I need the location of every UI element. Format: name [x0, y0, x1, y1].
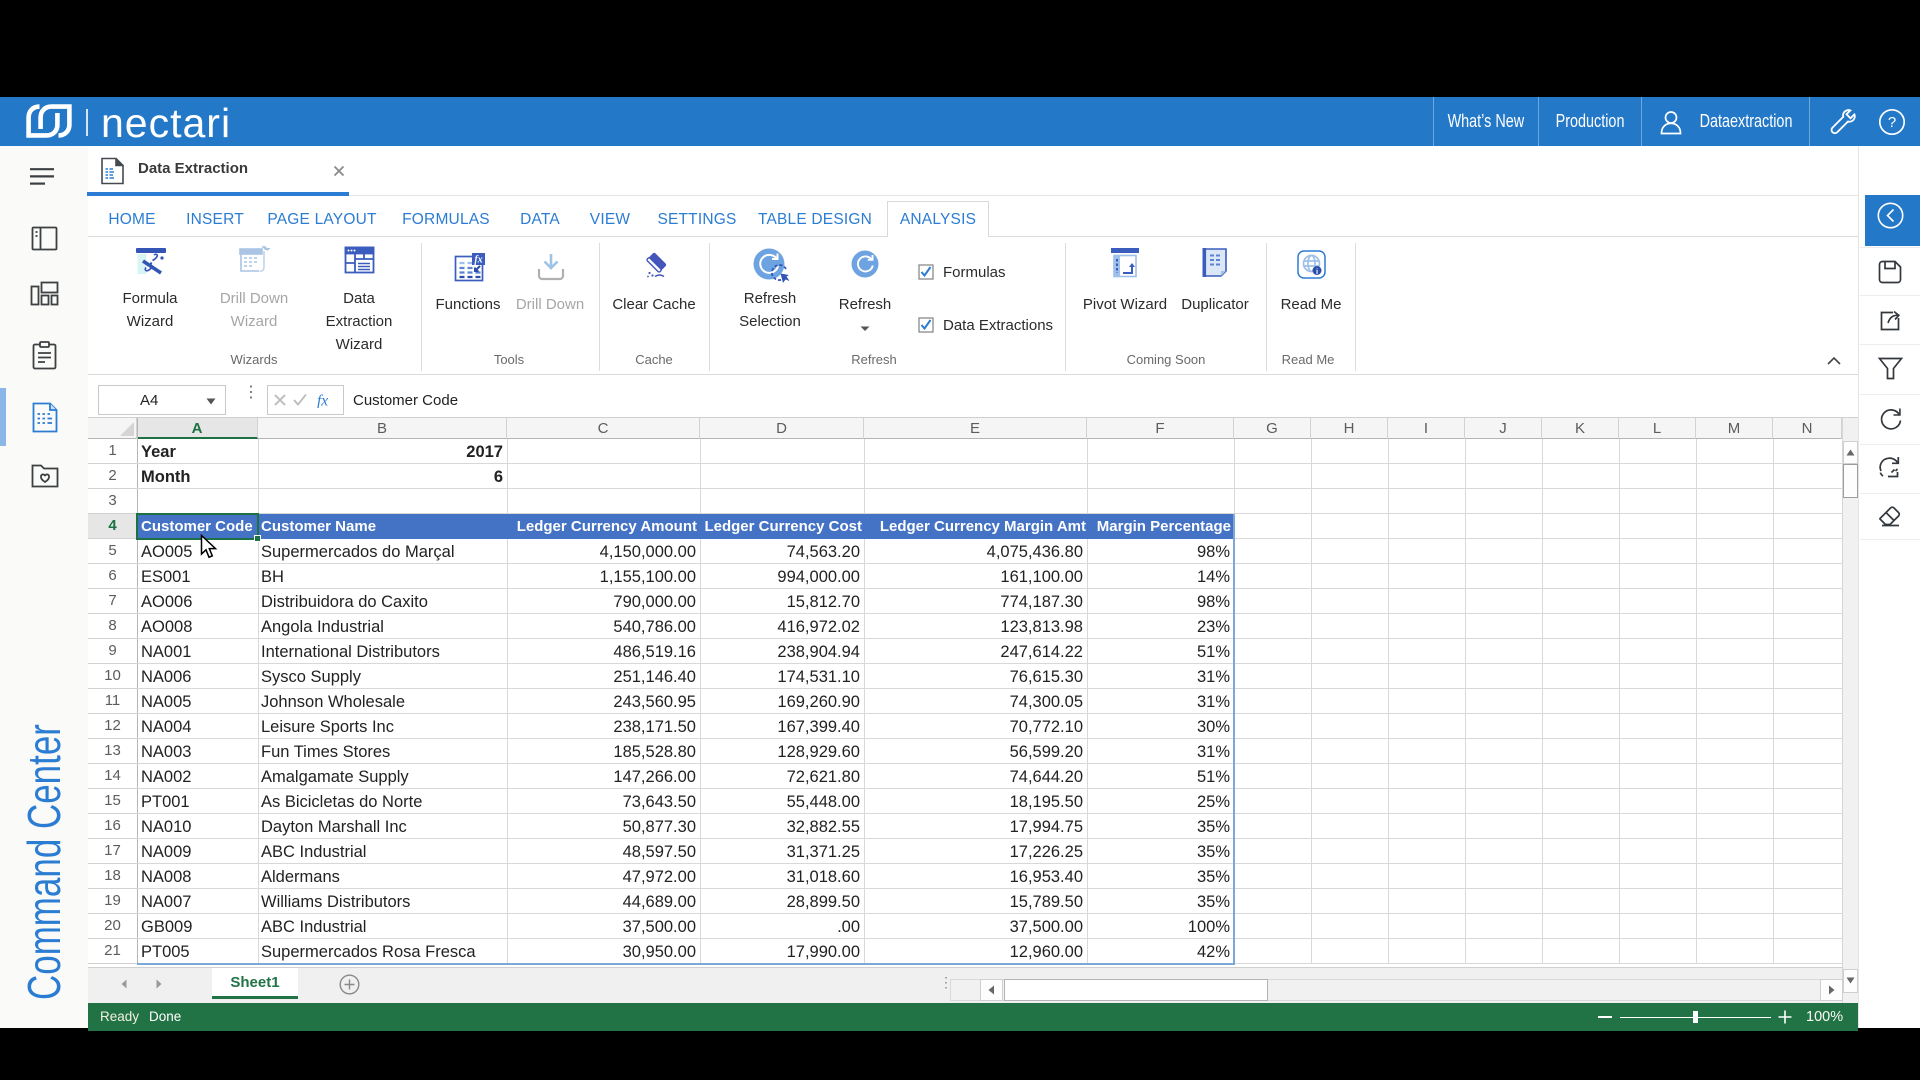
svg-text:?: ? [1888, 114, 1896, 131]
svg-text:fx: fx [474, 255, 482, 266]
svg-text:fx: fx [317, 393, 328, 409]
svg-text:i: i [1316, 267, 1318, 276]
